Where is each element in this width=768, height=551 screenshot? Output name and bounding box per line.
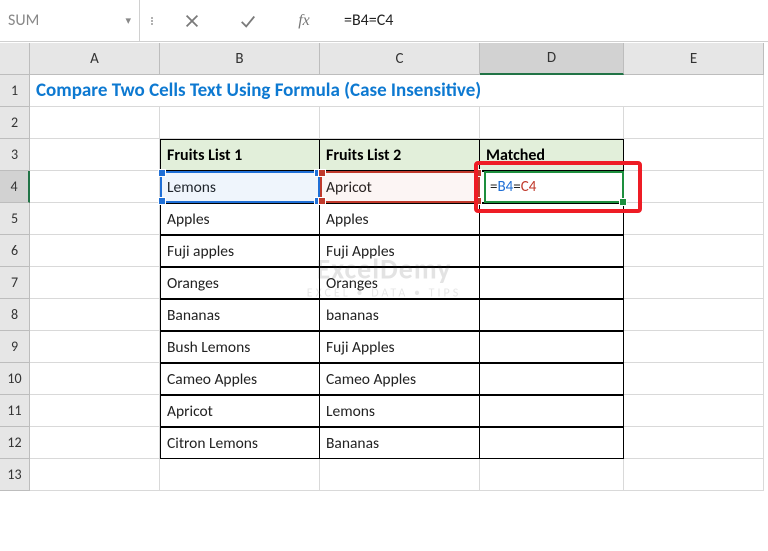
formula-ref2: C4 (521, 178, 537, 196)
cell-e10[interactable] (624, 363, 764, 395)
row-header-9[interactable]: 9 (0, 331, 30, 363)
cell-b9[interactable]: Bush Lemons (160, 331, 320, 363)
name-box-value: SUM (8, 11, 39, 30)
enter-button[interactable] (220, 0, 276, 41)
cell-e11[interactable] (624, 395, 764, 427)
cell-c9[interactable]: Fuji Apples (320, 331, 480, 363)
cell-c2[interactable] (320, 107, 480, 139)
cell-a6[interactable] (30, 235, 160, 267)
th-fruits2[interactable]: Fruits List 2 (320, 139, 480, 171)
cell-b8[interactable]: Bananas (160, 299, 320, 331)
cell-e4[interactable] (624, 171, 764, 203)
cell-b6[interactable]: Fuji apples (160, 235, 320, 267)
th-fruits1[interactable]: Fruits List 1 (160, 139, 320, 171)
separator-dots-icon (140, 0, 164, 41)
formula-text: =B4=C4 (344, 11, 393, 30)
row-header-3[interactable]: 3 (0, 139, 30, 171)
cell-d7[interactable] (480, 267, 624, 299)
active-cell-d4[interactable]: =B4=C4 (484, 171, 624, 203)
chevron-down-icon[interactable]: ▾ (125, 14, 131, 27)
cell-e8[interactable] (624, 299, 764, 331)
cell-a2[interactable] (30, 107, 160, 139)
cell-c5[interactable]: Apples (320, 203, 480, 235)
cell-a3[interactable] (30, 139, 160, 171)
cell-c10[interactable]: Cameo Apples (320, 363, 480, 395)
x-icon (183, 12, 201, 30)
fx-label: fx (298, 12, 310, 30)
cell-e13[interactable] (624, 459, 764, 491)
row-header-11[interactable]: 11 (0, 395, 30, 427)
cell-c7[interactable]: Oranges (320, 267, 480, 299)
cell-b10[interactable]: Cameo Apples (160, 363, 320, 395)
cell-d6[interactable] (480, 235, 624, 267)
cell-c4[interactable]: Apricot (320, 171, 480, 203)
fill-handle[interactable] (619, 198, 627, 206)
cell-a11[interactable] (30, 395, 160, 427)
cell-d11[interactable] (480, 395, 624, 427)
row-header-12[interactable]: 12 (0, 427, 30, 459)
cell-d13[interactable] (480, 459, 624, 491)
cell-b5[interactable]: Apples (160, 203, 320, 235)
cell-a10[interactable] (30, 363, 160, 395)
cell-c13[interactable] (320, 459, 480, 491)
formula-input[interactable]: =B4=C4 (332, 0, 768, 41)
cell-a13[interactable] (30, 459, 160, 491)
insert-function-button[interactable]: fx (276, 0, 332, 41)
cell-c12[interactable]: Bananas (320, 427, 480, 459)
formula-eq2: = (513, 178, 520, 196)
cell-a5[interactable] (30, 203, 160, 235)
cell-b13[interactable] (160, 459, 320, 491)
cell-a9[interactable] (30, 331, 160, 363)
col-header-a[interactable]: A (30, 43, 160, 75)
cell-b2[interactable] (160, 107, 320, 139)
cell-d2[interactable] (480, 107, 624, 139)
formula-ref1: B4 (497, 178, 513, 196)
cell-a8[interactable] (30, 299, 160, 331)
cell-a7[interactable] (30, 267, 160, 299)
cell-d10[interactable] (480, 363, 624, 395)
cell-a12[interactable] (30, 427, 160, 459)
cell-b4[interactable]: Lemons (160, 171, 320, 203)
row-header-1[interactable]: 1 (0, 75, 30, 107)
name-box[interactable]: SUM ▾ (0, 0, 140, 41)
cell-c11[interactable]: Lemons (320, 395, 480, 427)
formula-eq1: = (490, 178, 497, 196)
cell-d9[interactable] (480, 331, 624, 363)
row-header-10[interactable]: 10 (0, 363, 30, 395)
cell-e12[interactable] (624, 427, 764, 459)
formula-bar: SUM ▾ fx =B4=C4 (0, 0, 768, 42)
col-header-c[interactable]: C (320, 43, 480, 75)
cell-c6[interactable]: Fuji Apples (320, 235, 480, 267)
cell-a4[interactable] (30, 171, 160, 203)
page-title: Compare Two Cells Text Using Formula (Ca… (30, 75, 764, 107)
row-header-2[interactable]: 2 (0, 107, 30, 139)
select-all-corner[interactable] (0, 43, 30, 75)
col-header-e[interactable]: E (624, 43, 764, 75)
cell-b11[interactable]: Apricot (160, 395, 320, 427)
row-header-4[interactable]: 4 (0, 171, 30, 203)
col-header-b[interactable]: B (160, 43, 320, 75)
row-header-6[interactable]: 6 (0, 235, 30, 267)
cell-d5[interactable] (480, 203, 624, 235)
cell-d12[interactable] (480, 427, 624, 459)
cell-e5[interactable] (624, 203, 764, 235)
cell-c8[interactable]: bananas (320, 299, 480, 331)
th-matched[interactable]: Matched (480, 139, 624, 171)
col-header-d[interactable]: D (480, 43, 624, 75)
cell-b12[interactable]: Citron Lemons (160, 427, 320, 459)
check-icon (239, 12, 257, 30)
cell-e2[interactable] (624, 107, 764, 139)
row-header-13[interactable]: 13 (0, 459, 30, 491)
cell-e6[interactable] (624, 235, 764, 267)
cell-e3[interactable] (624, 139, 764, 171)
row-header-8[interactable]: 8 (0, 299, 30, 331)
cell-b7[interactable]: Oranges (160, 267, 320, 299)
row-header-7[interactable]: 7 (0, 267, 30, 299)
cell-d8[interactable] (480, 299, 624, 331)
row-header-5[interactable]: 5 (0, 203, 30, 235)
cancel-button[interactable] (164, 0, 220, 41)
worksheet-grid[interactable]: A B C D E 1 Compare Two Cells Text Using… (0, 42, 768, 491)
cell-e7[interactable] (624, 267, 764, 299)
cell-e9[interactable] (624, 331, 764, 363)
